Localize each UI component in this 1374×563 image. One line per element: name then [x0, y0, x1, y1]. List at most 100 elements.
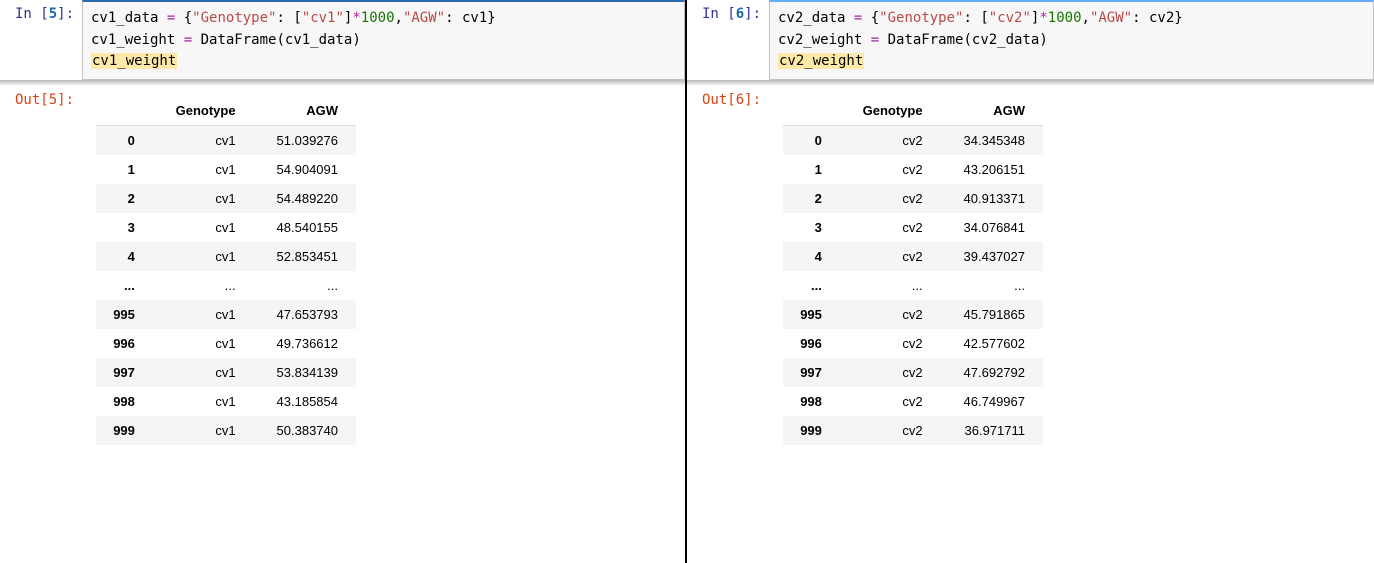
row-index: 0	[96, 126, 153, 156]
cell-genotype: cv1	[153, 155, 254, 184]
table-row: 4cv239.437027	[783, 242, 1043, 271]
cell-genotype: cv1	[153, 387, 254, 416]
cell-agw: 42.577602	[941, 329, 1043, 358]
table-row: 998cv246.749967	[783, 387, 1043, 416]
cell-genotype: cv1	[153, 300, 254, 329]
cell-genotype: cv2	[840, 387, 941, 416]
table-header-row: Genotype AGW	[783, 96, 1043, 126]
table-row: .........	[96, 271, 356, 300]
row-index: 3	[96, 213, 153, 242]
cell-agw: 54.489220	[254, 184, 356, 213]
cell-genotype: cv2	[840, 300, 941, 329]
cell-agw: 36.971711	[941, 416, 1043, 445]
cell-genotype: cv2	[840, 155, 941, 184]
cell-agw: 45.791865	[941, 300, 1043, 329]
input-cell: In [5]: cv1_data = {"Genotype": ["cv1"]*…	[0, 0, 685, 80]
table-body-right: 0cv234.3453481cv243.2061512cv240.9133713…	[783, 126, 1043, 446]
index-header	[96, 96, 153, 126]
table-row: 3cv234.076841	[783, 213, 1043, 242]
table-row: 2cv154.489220	[96, 184, 356, 213]
cell-genotype: cv1	[153, 242, 254, 271]
table-body-left: 0cv151.0392761cv154.9040912cv154.4892203…	[96, 126, 356, 446]
cell-genotype: cv2	[840, 416, 941, 445]
table-row: 997cv247.692792	[783, 358, 1043, 387]
row-index: 999	[96, 416, 153, 445]
row-index: 998	[96, 387, 153, 416]
cell-agw: 48.540155	[254, 213, 356, 242]
cell-agw: 53.834139	[254, 358, 356, 387]
cell-genotype: ...	[153, 271, 254, 300]
dataframe-table: Genotype AGW 0cv151.0392761cv154.9040912…	[96, 96, 356, 445]
index-header	[783, 96, 840, 126]
row-index: 2	[96, 184, 153, 213]
cell-agw: 43.206151	[941, 155, 1043, 184]
table-row: 996cv242.577602	[783, 329, 1043, 358]
table-row: 998cv143.185854	[96, 387, 356, 416]
cell-agw: 43.185854	[254, 387, 356, 416]
table-row: 999cv150.383740	[96, 416, 356, 445]
cell-genotype: cv1	[153, 213, 254, 242]
notebook-panels: In [5]: cv1_data = {"Genotype": ["cv1"]*…	[0, 0, 1374, 563]
cell-agw: 54.904091	[254, 155, 356, 184]
cell-agw: ...	[941, 271, 1043, 300]
row-index: ...	[783, 271, 840, 300]
table-row: 1cv154.904091	[96, 155, 356, 184]
input-cell: In [6]: cv2_data = {"Genotype": ["cv2"]*…	[687, 0, 1374, 80]
table-row: 995cv147.653793	[96, 300, 356, 329]
cell-genotype: cv2	[840, 329, 941, 358]
cell-genotype: cv2	[840, 126, 941, 156]
cell-genotype: ...	[840, 271, 941, 300]
table-header-row: Genotype AGW	[96, 96, 356, 126]
table-row: 997cv153.834139	[96, 358, 356, 387]
table-row: 2cv240.913371	[783, 184, 1043, 213]
cell-agw: 50.383740	[254, 416, 356, 445]
row-index: ...	[96, 271, 153, 300]
table-row: 999cv236.971711	[783, 416, 1043, 445]
table-row: 4cv152.853451	[96, 242, 356, 271]
row-index: 996	[96, 329, 153, 358]
code-editor[interactable]: cv1_data = {"Genotype": ["cv1"]*1000,"AG…	[82, 0, 685, 80]
cell-agw: 52.853451	[254, 242, 356, 271]
cell-agw: 47.692792	[941, 358, 1043, 387]
cell-agw: 47.653793	[254, 300, 356, 329]
row-index: 998	[783, 387, 840, 416]
row-index: 999	[783, 416, 840, 445]
notebook-cell-6: In [6]: cv2_data = {"Genotype": ["cv2"]*…	[687, 0, 1374, 563]
cell-genotype: cv1	[153, 416, 254, 445]
row-index: 3	[783, 213, 840, 242]
column-header: AGW	[941, 96, 1043, 126]
cell-agw: 34.076841	[941, 213, 1043, 242]
dataframe-table: Genotype AGW 0cv234.3453481cv243.2061512…	[783, 96, 1043, 445]
in-prompt: In [5]:	[0, 0, 82, 28]
cell-genotype: cv2	[840, 213, 941, 242]
cell-genotype: cv2	[840, 358, 941, 387]
table-row: 995cv245.791865	[783, 300, 1043, 329]
cell-agw: 49.736612	[254, 329, 356, 358]
out-prompt: Out[6]:	[687, 86, 769, 114]
row-index: 1	[783, 155, 840, 184]
in-prompt: In [6]:	[687, 0, 769, 28]
table-row: 1cv243.206151	[783, 155, 1043, 184]
cell-agw: ...	[254, 271, 356, 300]
table-row: 0cv151.039276	[96, 126, 356, 156]
column-header: Genotype	[153, 96, 254, 126]
cell-agw: 51.039276	[254, 126, 356, 156]
table-row: 0cv234.345348	[783, 126, 1043, 156]
output-cell: Out[6]: Genotype AGW 0cv234.3453481cv243…	[687, 86, 1374, 445]
cell-genotype: cv1	[153, 358, 254, 387]
cell-agw: 46.749967	[941, 387, 1043, 416]
column-header: AGW	[254, 96, 356, 126]
row-index: 996	[783, 329, 840, 358]
cell-genotype: cv1	[153, 126, 254, 156]
table-row: .........	[783, 271, 1043, 300]
row-index: 995	[783, 300, 840, 329]
cell-genotype: cv2	[840, 184, 941, 213]
row-index: 995	[96, 300, 153, 329]
out-prompt: Out[5]:	[0, 86, 82, 114]
row-index: 4	[783, 242, 840, 271]
cell-agw: 34.345348	[941, 126, 1043, 156]
notebook-cell-5: In [5]: cv1_data = {"Genotype": ["cv1"]*…	[0, 0, 687, 563]
code-editor[interactable]: cv2_data = {"Genotype": ["cv2"]*1000,"AG…	[769, 0, 1374, 80]
table-row: 996cv149.736612	[96, 329, 356, 358]
row-index: 997	[96, 358, 153, 387]
